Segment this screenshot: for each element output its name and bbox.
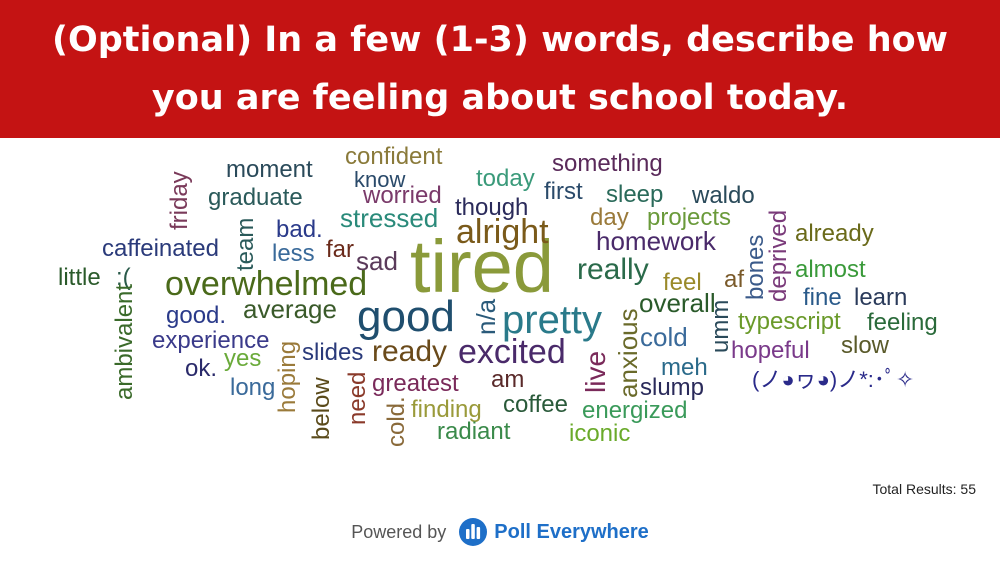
word-62: hoping	[274, 340, 301, 413]
word-27: bad.	[276, 216, 323, 243]
word-53: (ノ◕ヮ◕)ノ*:･ﾟ✧	[752, 367, 915, 392]
word-64: need	[344, 371, 371, 425]
word-51: greatest	[372, 370, 459, 397]
word-9: homework	[596, 226, 716, 256]
word-46: yes	[224, 345, 262, 372]
word-7: really	[577, 253, 649, 286]
word-66: n/a	[471, 298, 501, 335]
word-36: learn	[854, 284, 908, 311]
footer: Powered by Poll Everywhere	[0, 512, 1000, 552]
word-16: moment	[226, 156, 313, 183]
question-title: (Optional) In a few (1-3) words, describ…	[51, 20, 949, 118]
word-61: ambivalent	[111, 283, 138, 400]
word-12: cold	[640, 322, 688, 352]
word-60: team	[232, 217, 259, 271]
word-59: friday	[166, 171, 193, 230]
word-15: confident	[345, 143, 443, 170]
word-50: long	[230, 374, 276, 401]
powered-by-label: Powered by	[351, 521, 447, 542]
word-32: almost	[795, 256, 866, 283]
word-69: umm	[707, 299, 734, 353]
word-57: radiant	[437, 418, 511, 445]
word-28: far	[326, 236, 355, 263]
word-40: typescript	[738, 308, 841, 335]
word-63: below	[308, 377, 335, 440]
word-14: something	[552, 150, 663, 177]
word-26: projects	[647, 204, 732, 231]
word-37: little	[58, 264, 101, 291]
word-67: live	[580, 350, 611, 393]
question-header: (Optional) In a few (1-3) words, describ…	[0, 0, 1000, 138]
word-10: average	[243, 294, 337, 324]
word-24: though	[455, 194, 529, 221]
word-4: excited	[458, 333, 566, 371]
word-68: anxious	[613, 308, 643, 398]
word-25: day	[590, 204, 629, 231]
word-34: af	[724, 266, 745, 293]
total-results: Total Results: 55	[872, 481, 977, 497]
word-65: cold.	[383, 396, 410, 447]
word-19: worried	[363, 182, 442, 209]
brand-logo[interactable]: Poll Everywhere	[458, 517, 649, 547]
word-35: fine	[803, 284, 842, 311]
poll-everywhere-icon	[459, 518, 488, 546]
word-1: good	[357, 292, 455, 341]
brand-name: Poll Everywhere	[494, 520, 649, 543]
word-71: deprived	[765, 209, 792, 302]
word-17: graduate	[208, 184, 303, 211]
word-43: slides	[302, 339, 364, 366]
word-45: slow	[841, 332, 890, 359]
word-54: coffee	[503, 391, 568, 418]
word-21: first	[544, 178, 583, 205]
word-47: ok.	[185, 355, 218, 382]
word-20: today	[476, 165, 535, 192]
word-30: caffeinated	[102, 235, 219, 262]
word-cloud: tired good pretty overwhelmed excited alright…	[0, 140, 1000, 460]
word-39: good.	[166, 302, 227, 329]
word-29: less	[272, 240, 315, 267]
word-6: ready	[372, 335, 448, 368]
word-44: hopeful	[731, 337, 810, 364]
word-58: iconic	[569, 420, 631, 447]
word-11: sad	[356, 246, 398, 276]
word-33: feel	[663, 269, 702, 296]
word-49: am	[491, 366, 525, 393]
word-31: already	[795, 220, 874, 247]
